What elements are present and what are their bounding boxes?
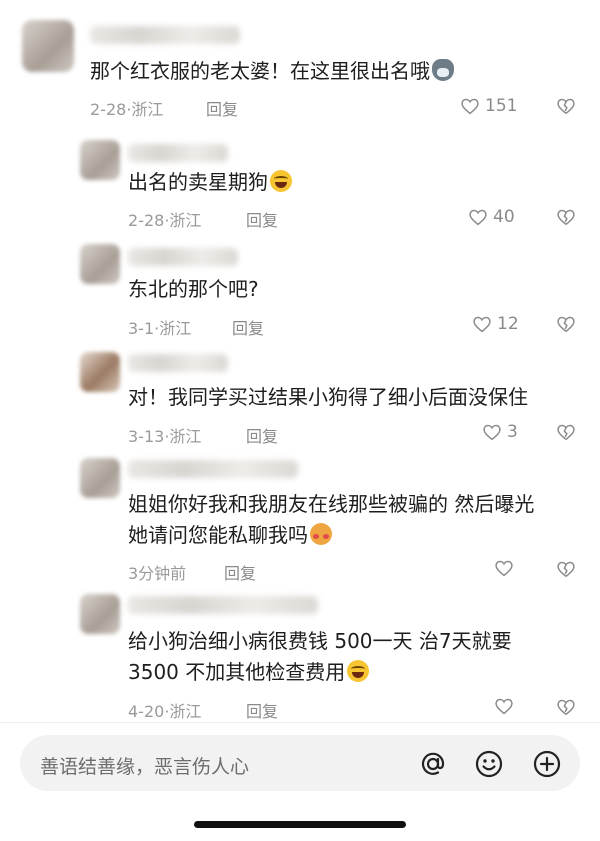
heart-icon xyxy=(461,98,479,115)
reply-button[interactable]: 回复 xyxy=(232,315,264,339)
reply-item: 给小狗治细小病很费钱 500一天 治7天就要 3500 不加其他检查费用 4-2… xyxy=(0,590,600,722)
at-icon[interactable] xyxy=(418,749,448,779)
avatar[interactable] xyxy=(80,352,120,392)
comment-text: 出名的卖星期狗 xyxy=(128,167,292,197)
username-blurred[interactable] xyxy=(128,354,228,372)
wolf-emoji-icon xyxy=(432,59,454,81)
comment-date: 2-28·浙江 xyxy=(128,211,202,230)
laugh-emoji-icon xyxy=(270,170,292,192)
dislike-icon[interactable] xyxy=(556,97,576,115)
reply-button[interactable]: 回复 xyxy=(246,207,278,231)
plus-icon[interactable] xyxy=(532,749,562,779)
reply-button[interactable]: 回复 xyxy=(246,698,278,722)
reply-item: 东北的那个吧? 3-1·浙江 回复 12 xyxy=(0,240,600,345)
avatar[interactable] xyxy=(80,244,120,284)
comment-date: 3-1·浙江 xyxy=(128,319,192,338)
reply-item: 对！我同学买过结果小狗得了细小后面没保住 3-13·浙江 回复 3 xyxy=(0,346,600,451)
dislike-icon[interactable] xyxy=(556,698,576,716)
reply-button[interactable]: 回复 xyxy=(224,560,256,584)
heart-icon xyxy=(495,698,513,715)
emoji-icon[interactable] xyxy=(474,749,504,779)
heart-icon xyxy=(473,316,491,333)
reply-button[interactable]: 回复 xyxy=(206,96,238,120)
shy-emoji-icon xyxy=(310,523,332,545)
like-count: 151 xyxy=(485,96,518,116)
reply-item: 出名的卖星期狗 2-28·浙江 回复 40 xyxy=(0,132,600,237)
username-blurred[interactable] xyxy=(90,26,240,44)
like-button[interactable] xyxy=(494,697,519,715)
avatar[interactable] xyxy=(80,594,120,634)
comment-item: 那个红衣服的老太婆！在这里很出名哦 2-28·浙江 回复 151 xyxy=(0,0,600,125)
comment-input-placeholder: 善语结善缘，恶言伤人心 xyxy=(40,756,250,778)
username-blurred[interactable] xyxy=(128,596,318,614)
heart-icon xyxy=(495,560,513,577)
reply-item: 姐姐你好我和我朋友在线那些被骗的 然后曝光 她请问您能私聊我吗 3分钟前 回复 xyxy=(0,452,600,587)
like-count: 3 xyxy=(507,422,518,442)
comment-text: 给小狗治细小病很费钱 500一天 治7天就要 xyxy=(128,629,512,653)
dislike-icon[interactable] xyxy=(556,315,576,333)
reply-button[interactable]: 回复 xyxy=(246,423,278,447)
comment-input-bar: 善语结善缘，恶言伤人心 xyxy=(0,722,600,841)
like-button[interactable]: 40 xyxy=(468,207,515,227)
like-count: 40 xyxy=(493,207,515,227)
comment-date: 3分钟前 xyxy=(128,564,187,583)
heart-icon xyxy=(483,424,501,441)
comment-date: 4-20·浙江 xyxy=(128,702,202,721)
home-indicator[interactable] xyxy=(194,821,406,828)
username-blurred[interactable] xyxy=(128,144,228,162)
comment-text: 对！我同学买过结果小狗得了细小后面没保住 xyxy=(128,385,528,409)
comment-date: 2-28·浙江 xyxy=(90,100,164,119)
comment-input[interactable]: 善语结善缘，恶言伤人心 xyxy=(20,735,580,791)
avatar[interactable] xyxy=(22,20,74,72)
dislike-icon[interactable] xyxy=(556,560,576,578)
comment-text-line2: 她请问您能私聊我吗 xyxy=(128,520,332,550)
comment-text-line2: 3500 不加其他检查费用 xyxy=(128,657,370,687)
username-blurred[interactable] xyxy=(128,460,298,478)
like-count: 12 xyxy=(497,314,519,334)
heart-icon xyxy=(469,209,487,226)
username-blurred[interactable] xyxy=(128,248,238,266)
comment-text: 东北的那个吧? xyxy=(128,277,259,301)
laugh-emoji-icon xyxy=(347,660,370,682)
dislike-icon[interactable] xyxy=(556,423,576,441)
like-button[interactable]: 151 xyxy=(460,96,517,116)
avatar[interactable] xyxy=(80,458,120,498)
like-button[interactable]: 12 xyxy=(472,314,519,334)
comment-text: 姐姐你好我和我朋友在线那些被骗的 然后曝光 xyxy=(128,492,535,516)
dislike-icon[interactable] xyxy=(556,208,576,226)
like-button[interactable] xyxy=(494,559,519,577)
like-button[interactable]: 3 xyxy=(482,422,518,442)
comment-date: 3-13·浙江 xyxy=(128,427,202,446)
comment-text: 那个红衣服的老太婆！在这里很出名哦 xyxy=(90,56,454,86)
avatar[interactable] xyxy=(80,140,120,180)
